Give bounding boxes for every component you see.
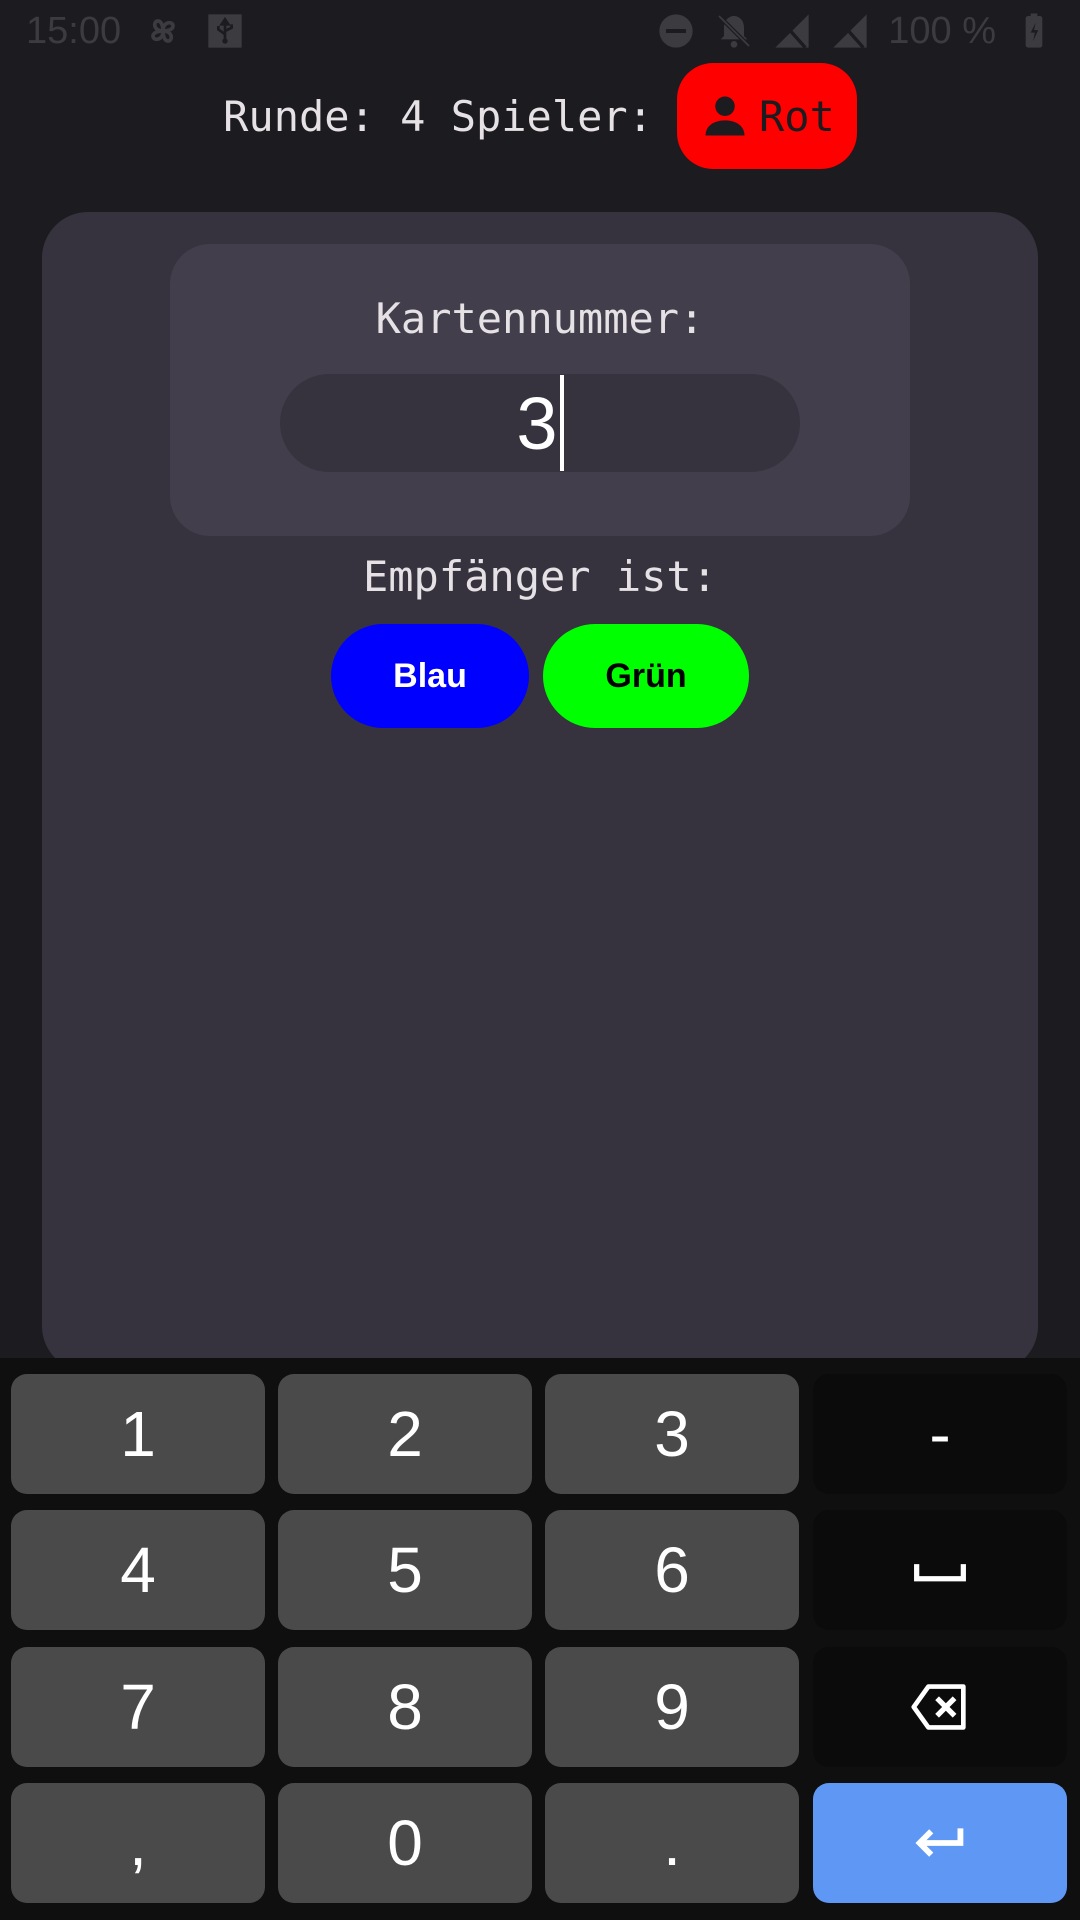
clock: 15:00 [26,9,122,52]
key-9[interactable]: 9 [545,1647,799,1767]
recipient-button-gruen[interactable]: Grün [543,624,749,728]
person-icon [705,96,745,136]
key-period[interactable]: . [545,1783,799,1903]
key-8[interactable]: 8 [278,1647,532,1767]
space-icon [914,1564,966,1582]
card-number-value: 3 [516,381,558,465]
round-header: Runde: 4 Spieler: Rot [0,62,1080,170]
enter-icon [915,1828,964,1857]
pinwheel-icon [143,11,183,51]
backspace-icon [911,1684,966,1730]
text-caret [559,375,564,471]
main-panel: Kartennummer: 3 Empfänger ist: Blau Grün [42,212,1038,1372]
current-player-chip[interactable]: Rot [677,63,857,169]
status-bar: 15:00 100 % [0,0,1080,62]
card-number-input[interactable]: 3 [280,374,800,472]
player-name: Rot [759,91,835,141]
recipient-button-blau[interactable]: Blau [331,624,529,728]
recipient-label: Empfänger ist: [362,552,717,601]
key-backspace[interactable] [813,1647,1067,1767]
card-number-label: Kartennummer: [375,294,705,343]
key-2[interactable]: 2 [278,1374,532,1494]
key-5[interactable]: 5 [278,1510,532,1630]
battery-percent: 100 % [888,9,996,52]
key-space[interactable] [813,1510,1067,1630]
round-info: Runde: 4 Spieler: [223,91,653,141]
notifications-off-icon [714,11,754,51]
dnd-icon [656,11,696,51]
usb-icon [205,11,245,51]
key-3[interactable]: 3 [545,1374,799,1494]
recipient-buttons: Blau Grün [42,624,1038,728]
card-number-box: Kartennummer: 3 [170,244,910,536]
key-6[interactable]: 6 [545,1510,799,1630]
key-4[interactable]: 4 [11,1510,265,1630]
key-enter[interactable] [813,1783,1067,1903]
no-sim-icon [830,11,870,51]
key-1[interactable]: 1 [11,1374,265,1494]
no-signal-icon [772,11,812,51]
battery-icon [1014,11,1054,51]
key-comma[interactable]: , [11,1783,265,1903]
key-0[interactable]: 0 [278,1783,532,1903]
key-minus[interactable]: - [813,1374,1067,1494]
numeric-keyboard: 1 2 3 - 4 5 6 7 8 9 , 0 . [0,1358,1080,1920]
key-7[interactable]: 7 [11,1647,265,1767]
